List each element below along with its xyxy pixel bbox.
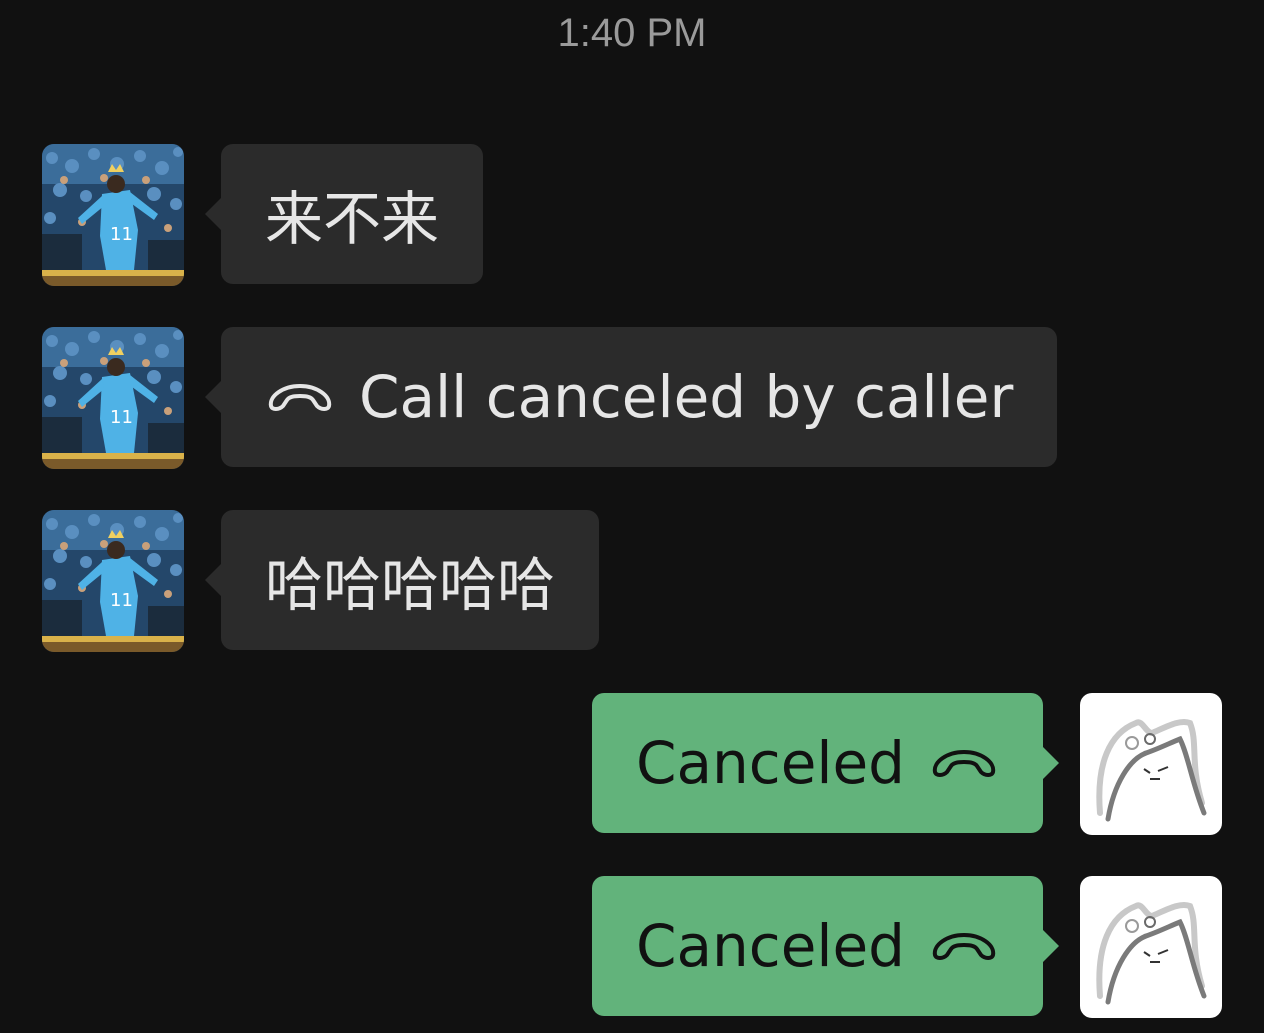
call-status-text: Canceled — [636, 912, 905, 980]
outgoing-call-bubble[interactable]: Canceled — [592, 693, 1059, 833]
outgoing-call-bubble[interactable]: Canceled — [592, 876, 1059, 1016]
message-text: 来不来 — [265, 185, 440, 253]
call-status-text: Canceled — [636, 729, 905, 797]
message-row: Canceled — [0, 876, 1264, 1016]
message-text: 哈哈哈哈哈 — [265, 551, 556, 619]
message-row: 哈哈哈哈哈 — [0, 510, 1264, 650]
contact-avatar[interactable] — [42, 327, 184, 469]
timestamp: 1:40 PM — [557, 11, 707, 55]
hang-up-phone-icon — [929, 929, 999, 963]
self-avatar[interactable] — [1080, 876, 1222, 1018]
contact-avatar[interactable] — [42, 144, 184, 286]
soccer-player-avatar-icon — [42, 327, 184, 469]
incoming-message-bubble[interactable]: 来不来 — [204, 144, 484, 284]
cat-sketch-avatar-icon — [1080, 876, 1222, 1018]
incoming-call-bubble[interactable]: Call canceled by caller — [204, 327, 1058, 467]
soccer-player-avatar-icon — [42, 510, 184, 652]
contact-avatar[interactable] — [42, 510, 184, 652]
hang-up-phone-icon — [929, 746, 999, 780]
self-avatar[interactable] — [1080, 693, 1222, 835]
cat-sketch-avatar-icon — [1080, 693, 1222, 835]
message-row: Call canceled by caller — [0, 327, 1264, 467]
message-row: Canceled — [0, 693, 1264, 833]
hang-up-phone-icon — [265, 380, 335, 414]
soccer-player-avatar-icon — [42, 144, 184, 286]
message-row: 来不来 — [0, 144, 1264, 284]
incoming-message-bubble[interactable]: 哈哈哈哈哈 — [204, 510, 600, 650]
call-status-text: Call canceled by caller — [359, 363, 1014, 431]
